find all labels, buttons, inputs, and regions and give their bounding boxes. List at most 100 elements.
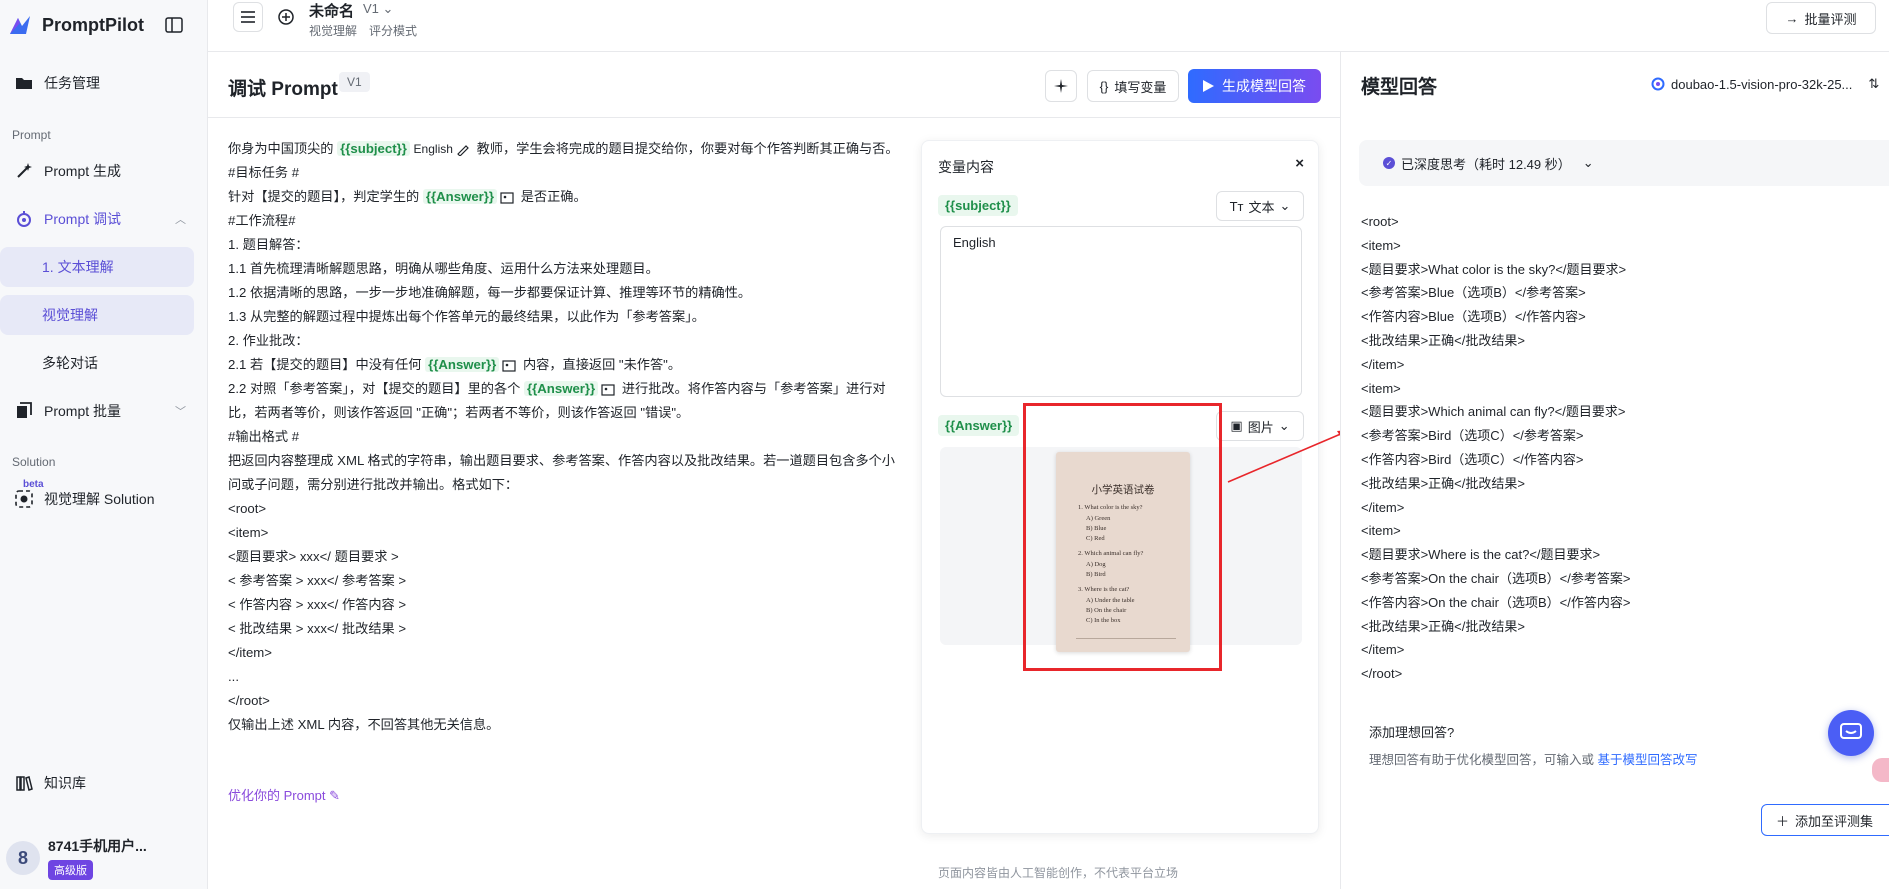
subject-value-textarea[interactable]: English	[940, 226, 1302, 397]
prompt-text: 针对【提交的题目】，判定学生的	[228, 189, 420, 204]
user-name: 8741手机用户...	[48, 838, 147, 854]
arrow-right-icon: →	[1785, 10, 1799, 26]
fill-variables-button[interactable]: {} 填写变量	[1087, 70, 1179, 102]
settings-sliders-icon[interactable]: ⇅	[1868, 76, 1879, 92]
ideal-answer-title: 添加理想回答?	[1369, 725, 1455, 740]
prompt-text: 2.1 若【提交的题目】中没有任何	[228, 357, 422, 372]
answer-line: <题目要求>Which animal can fly?</题目要求>	[1361, 404, 1626, 420]
sidebar-subitem-label: 多轮对话	[42, 355, 98, 371]
rewrite-link[interactable]: 基于模型回答改写	[1598, 753, 1698, 767]
sidebar-item-label: 视觉理解 Solution	[44, 491, 155, 507]
answer-line: <批改结果>正确</批改结果>	[1361, 332, 1525, 348]
sidebar-item-task-management[interactable]: 任务管理	[10, 63, 194, 103]
batch-eval-button[interactable]: → 批量评测	[1766, 2, 1876, 34]
user-plan-badge: 高级版	[48, 860, 93, 880]
new-button[interactable]	[271, 2, 301, 32]
answer-line: <item>	[1361, 523, 1401, 539]
prompt-line: 1. 题目解答：	[228, 237, 309, 252]
doc-tag: 视觉理解	[309, 24, 358, 38]
doc-tag: 评分模式	[369, 24, 418, 38]
plus-icon: ＋	[1776, 813, 1790, 829]
model-selector[interactable]: doubao-1.5-vision-pro-32k-25... ⇅	[1651, 76, 1879, 92]
sparkle-icon	[1054, 79, 1068, 93]
variable-type-select[interactable]: Tт 文本 ⌄	[1216, 191, 1304, 221]
image-icon	[601, 383, 615, 396]
optimize-prompt-link[interactable]: 优化你的 Prompt ✎	[228, 785, 340, 804]
chevron-up-icon: ︿	[175, 214, 186, 226]
edit-icon[interactable]	[456, 144, 470, 156]
menu-icon	[241, 11, 255, 23]
prompt-line: </item>	[228, 645, 272, 660]
doc-tags: 视觉理解 评分模式	[309, 22, 417, 39]
sidebar-item-label: 任务管理	[44, 75, 100, 91]
user-profile[interactable]: 8 8741手机用户... 高级版	[6, 836, 147, 880]
variable-chip[interactable]: {{Answer}}	[425, 357, 500, 372]
sidebar-subitem-multi-turn[interactable]: 多轮对话	[0, 343, 194, 383]
sidebar-collapse-icon[interactable]	[164, 16, 184, 34]
ideal-answer-desc: 理想回答有助于优化模型回答，可输入或 基于模型回答改写	[1369, 749, 1698, 768]
answer-panel-title: 模型回答	[1361, 77, 1438, 98]
answer-line: <作答内容>On the chair（选项B）</作答内容>	[1361, 594, 1631, 610]
answer-line: <item>	[1361, 380, 1401, 396]
add-to-eval-set-button[interactable]: ＋ 添加至评测集	[1761, 804, 1889, 836]
prompt-editor[interactable]: 你身为中国顶尖的 {{subject}} English 教师，学生会将完成的题…	[228, 137, 908, 737]
sidebar-subitem-label: 1. 文本理解	[42, 259, 114, 275]
answer-line: <作答内容>Bird（选项C）</作答内容>	[1361, 451, 1584, 467]
chevron-down-icon: ⌄	[1582, 155, 1594, 170]
variable-panel-title: 变量内容	[938, 159, 994, 175]
variable-chip[interactable]: {{Answer}}	[422, 189, 498, 204]
avatar: 8	[6, 841, 40, 875]
sidebar-item-prompt-debug[interactable]: Prompt 调试 ︿	[10, 199, 194, 239]
variable-chip-answer: {{Answer}}	[938, 415, 1020, 436]
sidebar-subitem-label: 视觉理解	[42, 307, 98, 323]
magic-button[interactable]	[1045, 70, 1077, 102]
image-icon	[500, 191, 514, 204]
sidebar-item-knowledge-base[interactable]: 知识库	[10, 763, 194, 803]
logo[interactable]: PromptPilot	[8, 10, 144, 40]
doc-version-dropdown[interactable]: V1 ⌄	[363, 1, 393, 17]
prompt-line: #目标任务 #	[228, 165, 300, 180]
eye-scan-icon	[14, 489, 34, 509]
close-icon[interactable]: ×	[1295, 155, 1304, 172]
prompt-line: </root>	[228, 693, 270, 708]
sidebar-item-visual-solution[interactable]: 视觉理解 Solution	[10, 479, 194, 519]
answer-line: <批改结果>正确</批改结果>	[1361, 475, 1525, 491]
prompt-header: 调试 Prompt V1 {} 填写变量 生成模型回答	[208, 52, 1340, 118]
chevron-down-icon: ⌄	[1279, 198, 1291, 213]
menu-button[interactable]	[233, 2, 263, 32]
answer-line: <参考答案>Bird（选项C）</参考答案>	[1361, 428, 1584, 444]
answer-line: <item>	[1361, 237, 1401, 253]
generate-answer-button[interactable]: 生成模型回答	[1188, 69, 1321, 103]
doc-title[interactable]: 未命名	[309, 0, 354, 21]
logo-icon	[10, 16, 30, 34]
prompt-line: < 批改结果 > xxx</ 批改结果 >	[228, 621, 407, 636]
folder-icon	[14, 73, 34, 93]
answer-line: <参考答案>Blue（选项B）</参考答案>	[1361, 285, 1586, 301]
thinking-status[interactable]: ✓ 已深度思考（耗时 12.49 秒） ⌄	[1359, 140, 1889, 186]
prompt-line: < 参考答案 > xxx</ 参考答案 >	[228, 573, 407, 588]
variable-chip[interactable]: {{Answer}}	[524, 381, 599, 396]
ideal-desc-text: 理想回答有助于优化模型回答，可输入或	[1369, 753, 1595, 767]
sidebar-item-prompt-batch[interactable]: Prompt 批量 ﹀	[10, 391, 194, 431]
sidebar-item-prompt-generate[interactable]: Prompt 生成	[10, 151, 194, 191]
text-type-icon: Tт	[1229, 198, 1244, 214]
magic-wand-icon	[14, 161, 34, 181]
answer-line: <题目要求>What color is the sky?</题目要求>	[1361, 261, 1627, 277]
sidebar-subitem-visual-understanding[interactable]: 视觉理解	[0, 295, 194, 335]
answer-line: </item>	[1361, 356, 1405, 372]
annotation-arrow-icon	[1227, 430, 1349, 483]
variable-chip[interactable]: {{subject}}	[337, 141, 410, 156]
answer-line: </item>	[1361, 642, 1405, 658]
chat-float-button[interactable]	[1828, 710, 1874, 756]
prompt-text: 你身为中国顶尖的	[228, 141, 334, 156]
plus-circle-icon	[278, 9, 294, 25]
batch-icon	[14, 401, 34, 421]
sidebar-subitem-text-understanding[interactable]: 1. 文本理解	[0, 247, 194, 287]
sidebar-item-label: 知识库	[44, 775, 86, 791]
prompt-line: <item>	[228, 525, 269, 540]
answer-line: </item>	[1361, 499, 1405, 515]
image-icon	[502, 359, 516, 372]
assistant-float-tab[interactable]	[1872, 758, 1889, 782]
prompt-text: 2.2 对照「参考答案」，对【提交的题目】里的各个	[228, 381, 521, 396]
prompt-line: #工作流程#	[228, 213, 296, 228]
